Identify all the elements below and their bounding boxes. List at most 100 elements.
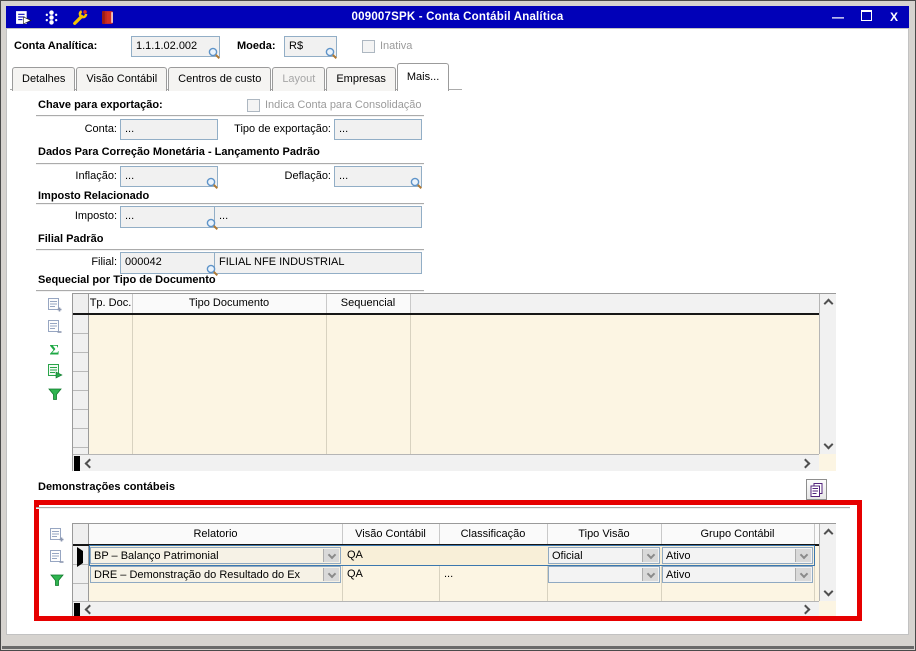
relatorio-combobox-row2[interactable]: DRE – Demonstração do Resultado do Ex bbox=[90, 566, 341, 583]
statements-filter-icon[interactable] bbox=[48, 571, 66, 589]
deflacao-lookup-icon[interactable] bbox=[410, 177, 423, 193]
col-header-sequencial: Sequencial bbox=[326, 294, 410, 313]
col-header-classificacao: Classificação bbox=[439, 524, 547, 544]
inflacao-field[interactable]: ... bbox=[120, 166, 218, 187]
scroll-right-icon[interactable] bbox=[798, 602, 813, 617]
classificacao-cell-row1[interactable] bbox=[440, 546, 546, 565]
traffic-light-icon[interactable] bbox=[42, 8, 60, 26]
svg-text:Σ: Σ bbox=[50, 343, 60, 358]
report-document-icon bbox=[810, 482, 823, 497]
filial-lookup-icon[interactable] bbox=[206, 264, 219, 280]
delete-row-icon[interactable] bbox=[46, 318, 64, 336]
tab-visao-contabil[interactable]: Visão Contábil bbox=[76, 67, 168, 91]
h-scrollbar[interactable] bbox=[73, 454, 819, 471]
filial-code: 000042 bbox=[125, 256, 162, 268]
filter-icon[interactable] bbox=[46, 385, 64, 403]
report-button[interactable] bbox=[806, 479, 827, 500]
row-selector-column bbox=[73, 315, 89, 454]
titlebar: 009007SPK - Conta Contábil Analítica — X bbox=[6, 6, 909, 28]
inativa-checkbox bbox=[362, 40, 375, 53]
chevron-down-icon[interactable] bbox=[795, 549, 811, 562]
minimize-button[interactable]: — bbox=[831, 10, 845, 24]
chevron-down-icon[interactable] bbox=[323, 568, 339, 581]
tab-detalhes[interactable]: Detalhes bbox=[12, 67, 76, 91]
statements-delete-row-icon[interactable] bbox=[48, 548, 66, 566]
tipo-exportacao-field[interactable]: ... bbox=[334, 119, 422, 140]
header-underline bbox=[73, 313, 819, 315]
add-row-icon[interactable] bbox=[46, 296, 64, 314]
moeda-lookup-icon[interactable] bbox=[325, 47, 338, 63]
tax-section-heading: Imposto Relacionado bbox=[38, 190, 150, 202]
header-divider bbox=[132, 294, 133, 313]
chevron-down-icon[interactable] bbox=[795, 568, 811, 581]
filial-field[interactable]: 000042 FILIAL NFE INDUSTRIAL bbox=[120, 252, 422, 274]
visao-contabil-cell-row2[interactable]: QA bbox=[343, 565, 438, 584]
header-divider bbox=[410, 294, 411, 313]
chevron-down-icon[interactable] bbox=[642, 568, 658, 581]
conta-label: Conta: bbox=[84, 123, 117, 135]
filial-desc: FILIAL NFE INDUSTRIAL bbox=[219, 256, 345, 268]
wrench-icon[interactable] bbox=[70, 8, 88, 26]
tab-empresas[interactable]: Empresas bbox=[326, 67, 396, 91]
statements-heading: Demonstrações contábeis bbox=[38, 481, 175, 493]
imposto-label: Imposto: bbox=[74, 210, 117, 222]
imposto-lookup-icon[interactable] bbox=[206, 218, 219, 234]
scrollbar-tick bbox=[74, 603, 80, 617]
chevron-down-icon[interactable] bbox=[323, 549, 339, 562]
book-icon[interactable] bbox=[98, 8, 116, 26]
tipo-visao-combobox-row2[interactable] bbox=[548, 566, 660, 583]
imposto-field[interactable]: ... ... bbox=[120, 206, 422, 228]
scroll-down-icon[interactable] bbox=[821, 437, 836, 452]
execute-icon[interactable] bbox=[46, 362, 64, 380]
classificacao-cell-row2[interactable]: ... bbox=[440, 565, 546, 584]
header-divider bbox=[326, 294, 327, 313]
scroll-up-icon[interactable] bbox=[821, 526, 836, 541]
col-header-grupo-contabil: Grupo Contábil bbox=[661, 524, 814, 544]
col-header-relatorio: Relatorio bbox=[89, 524, 342, 544]
relatorio-combobox-row1[interactable]: BP – Balanço Patrimonial bbox=[90, 547, 341, 564]
sequential-grid-corner-cell bbox=[73, 294, 89, 313]
scrollbar-corner bbox=[819, 454, 836, 471]
grupo-contabil-combobox-row1[interactable]: Ativo bbox=[662, 547, 813, 564]
scroll-left-icon[interactable] bbox=[82, 456, 97, 471]
inflacao-label: Inflação: bbox=[75, 170, 117, 182]
consolidacao-checkbox bbox=[247, 99, 260, 112]
conta-field[interactable]: ... bbox=[120, 119, 218, 140]
visao-contabil-cell-row1[interactable]: QA bbox=[343, 546, 438, 565]
conta-analitica-lookup-icon[interactable] bbox=[208, 47, 221, 63]
header-divider bbox=[342, 524, 343, 544]
conta-analitica-field[interactable]: 1.1.1.02.002 bbox=[131, 36, 220, 57]
close-button[interactable]: X bbox=[887, 10, 901, 24]
consolidacao-label: Indica Conta para Consolidação bbox=[265, 99, 422, 111]
filial-label: Filial: bbox=[91, 256, 117, 268]
header-divider bbox=[661, 524, 662, 544]
col-header-blank bbox=[410, 294, 819, 313]
scroll-down-icon[interactable] bbox=[821, 584, 836, 599]
tab-mais[interactable]: Mais... bbox=[396, 63, 450, 91]
tab-centros-de-custo[interactable]: Centros de custo bbox=[168, 67, 272, 91]
branch-section-heading: Filial Padrão bbox=[38, 233, 104, 245]
scrollbar-tick bbox=[74, 456, 80, 471]
inativa-label: Inativa bbox=[380, 40, 413, 52]
scroll-right-icon[interactable] bbox=[798, 456, 813, 471]
sequential-grid-heading: Sequecial por Tipo de Documento bbox=[38, 274, 216, 286]
scroll-up-icon[interactable] bbox=[821, 296, 836, 311]
monetary-section-heading: Dados Para Correção Monetária - Lançamen… bbox=[38, 146, 320, 158]
tipo-visao-combobox-row1[interactable]: Oficial bbox=[548, 547, 660, 564]
deflacao-field[interactable]: ... bbox=[334, 166, 422, 187]
col-header-visao-contabil: Visão Contábil bbox=[342, 524, 439, 544]
header-divider bbox=[439, 524, 440, 544]
tax-section-rule bbox=[36, 203, 424, 205]
h-scrollbar[interactable] bbox=[73, 601, 819, 617]
inflacao-lookup-icon[interactable] bbox=[206, 177, 219, 193]
v-scrollbar[interactable] bbox=[819, 524, 836, 601]
scroll-left-icon[interactable] bbox=[82, 602, 97, 617]
grupo-contabil-combobox-row2[interactable]: Ativo bbox=[662, 566, 813, 583]
maximize-button[interactable] bbox=[859, 10, 873, 24]
statements-section-rule bbox=[36, 507, 850, 509]
statements-add-row-icon[interactable] bbox=[48, 526, 66, 544]
v-scrollbar[interactable] bbox=[819, 294, 836, 454]
chevron-down-icon[interactable] bbox=[642, 549, 658, 562]
form-export-icon[interactable] bbox=[14, 8, 32, 26]
sum-icon[interactable]: Σ bbox=[46, 340, 64, 358]
